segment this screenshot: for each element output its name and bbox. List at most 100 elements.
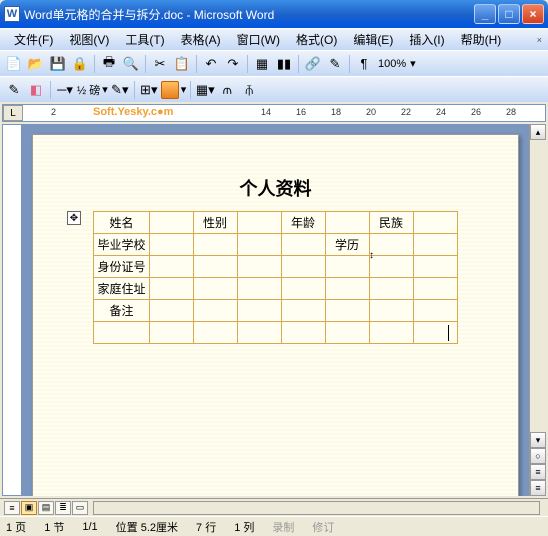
- horizontal-scrollbar[interactable]: [93, 501, 540, 515]
- table-cell[interactable]: [413, 212, 457, 234]
- merge-cells-icon[interactable]: ⫙: [217, 80, 237, 100]
- table-cell[interactable]: [281, 322, 325, 344]
- hyperlink-icon[interactable]: 🔗: [303, 54, 323, 74]
- table-cell[interactable]: [237, 322, 281, 344]
- table-cell[interactable]: [281, 256, 325, 278]
- table-cell[interactable]: [193, 234, 237, 256]
- cell-address-label[interactable]: 家庭住址: [94, 278, 149, 300]
- table-cell[interactable]: [149, 256, 193, 278]
- insert-table-icon[interactable]: ▦▾: [195, 80, 215, 100]
- menu-format[interactable]: 格式(O): [288, 29, 345, 50]
- cell-name-label[interactable]: 姓名: [94, 212, 149, 234]
- table-cell[interactable]: [149, 212, 193, 234]
- table-cell[interactable]: [149, 322, 193, 344]
- next-page-icon[interactable]: ≡: [530, 480, 546, 496]
- permission-icon[interactable]: 🔒: [70, 54, 90, 74]
- menu-file[interactable]: 文件(F): [6, 29, 61, 50]
- table-cell[interactable]: [325, 322, 369, 344]
- menu-insert[interactable]: 插入(I): [401, 29, 452, 50]
- table-cell[interactable]: [369, 322, 413, 344]
- table-cell[interactable]: [325, 212, 369, 234]
- undo-icon[interactable]: ↶: [201, 54, 221, 74]
- table-icon[interactable]: ▦: [252, 54, 272, 74]
- table-cell[interactable]: [281, 278, 325, 300]
- tab-selector-icon[interactable]: L: [3, 105, 23, 121]
- table-cell[interactable]: [237, 256, 281, 278]
- table-cell[interactable]: [325, 300, 369, 322]
- column-resize-indicator-icon[interactable]: ↕: [369, 250, 374, 261]
- save-icon[interactable]: 💾: [48, 54, 68, 74]
- scroll-up-icon[interactable]: ▴: [530, 124, 546, 140]
- borders-icon[interactable]: ⊞▾: [139, 80, 159, 100]
- redo-icon[interactable]: ↷: [223, 54, 243, 74]
- table-cell[interactable]: [325, 256, 369, 278]
- zoom-combo[interactable]: 100%: [376, 58, 408, 70]
- new-icon[interactable]: 📄: [4, 54, 24, 74]
- table-cell-cursor[interactable]: [413, 322, 457, 344]
- prev-page-icon[interactable]: ≡: [530, 464, 546, 480]
- table-cell[interactable]: [94, 322, 149, 344]
- table-cell[interactable]: [237, 212, 281, 234]
- browse-object-icon[interactable]: ○: [530, 448, 546, 464]
- table-cell[interactable]: [369, 234, 413, 256]
- table-move-handle-icon[interactable]: ✥: [67, 211, 81, 225]
- table-cell[interactable]: [413, 256, 457, 278]
- table-cell[interactable]: [193, 256, 237, 278]
- menu-view[interactable]: 视图(V): [61, 29, 117, 50]
- cell-remark-label[interactable]: 备注: [94, 300, 149, 322]
- menu-help[interactable]: 帮助(H): [453, 29, 510, 50]
- paste-icon[interactable]: 📋: [172, 54, 192, 74]
- vertical-ruler[interactable]: [2, 124, 22, 496]
- scroll-track[interactable]: [530, 140, 546, 432]
- line-weight-dropdown-icon[interactable]: ▾: [102, 83, 108, 96]
- table-cell[interactable]: [413, 278, 457, 300]
- document-table[interactable]: 姓名 性别 年龄 民族 毕业学校 学历 身份证号 家庭住址 备注: [93, 211, 457, 344]
- vertical-scrollbar[interactable]: ▴ ▾ ○ ≡ ≡: [529, 124, 546, 496]
- menu-overflow-icon[interactable]: ×: [537, 35, 542, 45]
- table-cell[interactable]: [413, 300, 457, 322]
- table-cell[interactable]: [369, 278, 413, 300]
- menu-edit[interactable]: 编辑(E): [345, 29, 401, 50]
- columns-icon[interactable]: ▮▮: [274, 54, 294, 74]
- print-icon[interactable]: 🖶: [99, 54, 119, 74]
- minimize-button[interactable]: _: [474, 4, 496, 24]
- open-icon[interactable]: 📂: [26, 54, 46, 74]
- table-cell[interactable]: [193, 300, 237, 322]
- table-cell[interactable]: [413, 234, 457, 256]
- zoom-dropdown-icon[interactable]: ▾: [410, 57, 416, 70]
- web-layout-view-icon[interactable]: ▤: [38, 501, 54, 515]
- table-cell[interactable]: [237, 300, 281, 322]
- table-cell[interactable]: [149, 234, 193, 256]
- line-style-icon[interactable]: ─▾: [55, 80, 75, 100]
- cell-age-label[interactable]: 年龄: [281, 212, 325, 234]
- drawing-icon[interactable]: ✎: [325, 54, 345, 74]
- outline-view-icon[interactable]: ≣: [55, 501, 71, 515]
- print-layout-view-icon[interactable]: ▣: [21, 501, 37, 515]
- table-cell[interactable]: [193, 278, 237, 300]
- menu-table[interactable]: 表格(A): [173, 29, 229, 50]
- table-cell[interactable]: [369, 300, 413, 322]
- reading-view-icon[interactable]: ▭: [72, 501, 88, 515]
- split-cells-icon[interactable]: ⫚: [239, 80, 259, 100]
- cell-school-label[interactable]: 毕业学校: [94, 234, 149, 256]
- menu-tools[interactable]: 工具(T): [117, 29, 172, 50]
- table-cell[interactable]: [281, 234, 325, 256]
- table-cell[interactable]: [237, 278, 281, 300]
- border-color-icon[interactable]: ✎▾: [110, 80, 130, 100]
- shading-color-icon[interactable]: [161, 81, 179, 99]
- scroll-down-icon[interactable]: ▾: [530, 432, 546, 448]
- draw-table-icon[interactable]: ✎: [4, 80, 24, 100]
- cell-education-label[interactable]: 学历: [325, 234, 369, 256]
- preview-icon[interactable]: 🔍: [121, 54, 141, 74]
- horizontal-ruler[interactable]: L Soft.Yesky.c●m 2 14 16 18 20 22 24 26 …: [2, 104, 546, 122]
- table-cell[interactable]: [237, 234, 281, 256]
- cell-nation-label[interactable]: 民族: [369, 212, 413, 234]
- line-weight-combo[interactable]: ½ 磅: [77, 82, 100, 98]
- table-cell[interactable]: [149, 300, 193, 322]
- cut-icon[interactable]: ✂: [150, 54, 170, 74]
- document-page[interactable]: 个人资料 ✥ ↕ 姓名 性别 年龄 民族 毕业学校 学历 身份证号 家庭住址: [32, 134, 519, 496]
- cell-id-label[interactable]: 身份证号: [94, 256, 149, 278]
- menu-window[interactable]: 窗口(W): [229, 29, 288, 50]
- table-cell[interactable]: [149, 278, 193, 300]
- table-cell[interactable]: [281, 300, 325, 322]
